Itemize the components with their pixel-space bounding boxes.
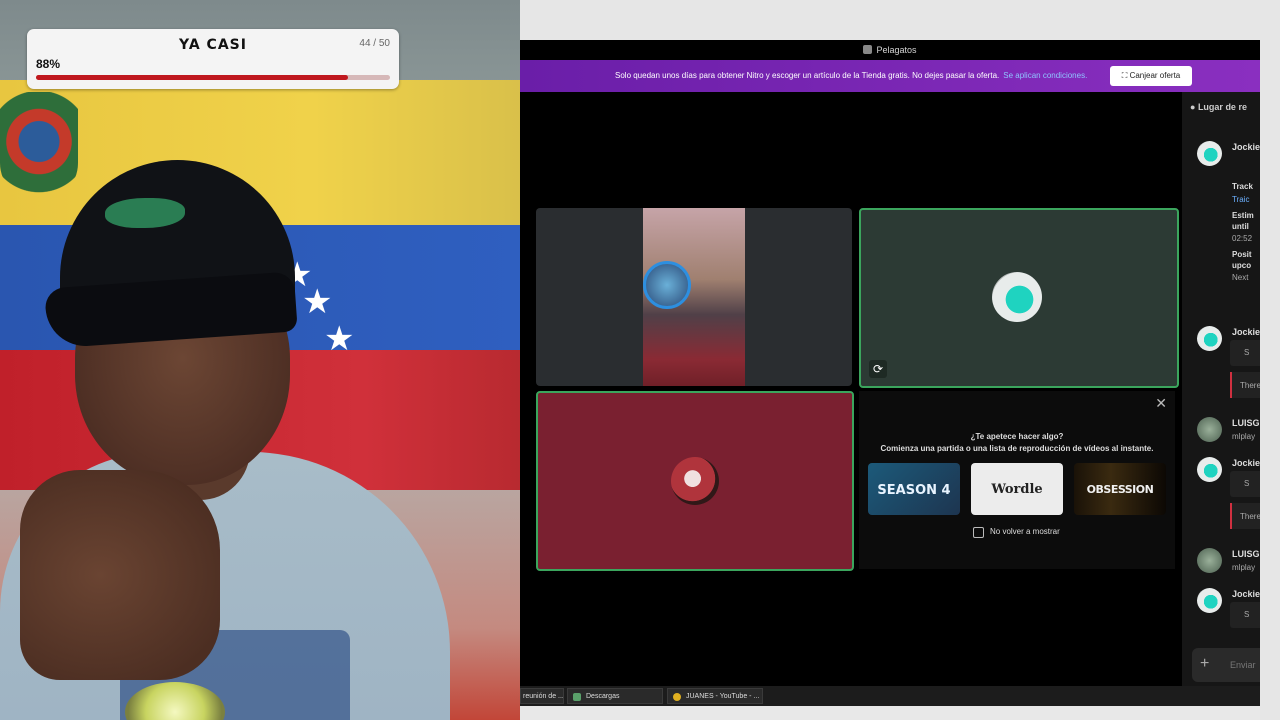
activity-card-wordle[interactable]: Wordle <box>971 463 1063 515</box>
desktop-background-right <box>1260 40 1280 720</box>
activity-icon[interactable]: ⟳ <box>869 360 887 378</box>
chat-input-placeholder: Enviar <box>1230 660 1256 670</box>
chat-author[interactable]: LUISG <box>1232 418 1260 428</box>
activity-card-obsession[interactable]: OBSESSION <box>1074 463 1166 515</box>
taskbar-item-meeting[interactable]: reunión de ... <box>520 688 564 704</box>
chat-author[interactable]: Jockie <box>1232 458 1260 468</box>
chat-line: There <box>1240 381 1260 390</box>
activity-question: ¿Te apetece hacer algo? <box>970 432 1064 441</box>
chat-line: Track <box>1232 182 1253 191</box>
person-hand <box>20 470 220 680</box>
taskbar-item-downloads[interactable]: Descargas <box>567 688 663 704</box>
video-tile-user-red[interactable] <box>536 391 854 571</box>
banner-message: Solo quedan unos días para obtener Nitro… <box>615 71 1000 80</box>
chat-bubble-icon: ● <box>1190 102 1198 112</box>
chat-channel-name: Lugar de re <box>1197 102 1247 112</box>
avatar[interactable] <box>1197 417 1222 442</box>
chat-line[interactable]: Traic <box>1232 195 1249 204</box>
progress-fill <box>36 75 348 80</box>
taskbar: reunión de ... Descargas JUANES - YouTub… <box>520 686 1260 706</box>
webcam-panel: ★ ★ ★ YA CASI 44 / 50 88% <box>0 0 520 720</box>
chat-message-input[interactable]: + Enviar <box>1192 648 1260 682</box>
redeem-offer-button[interactable]: ⛶ Canjear oferta <box>1110 66 1192 86</box>
progress-percent: 88% <box>36 57 61 71</box>
cap-logo <box>105 198 185 228</box>
avatar[interactable] <box>1197 548 1222 573</box>
chat-line: mlplay <box>1232 432 1256 441</box>
taskbar-item-label: reunión de ... <box>523 693 564 700</box>
chrome-icon <box>673 693 681 701</box>
activity-card-label: SEASON 4 <box>877 483 951 498</box>
chat-line: Posit <box>1232 250 1252 259</box>
chat-line: S <box>1244 479 1250 488</box>
video-tile-camera[interactable] <box>536 208 852 386</box>
chat-author[interactable]: Jockie <box>1232 142 1260 152</box>
activity-card-season4[interactable]: SEASON 4 <box>868 463 960 515</box>
window-title: Pelagatos <box>876 45 917 55</box>
chat-line: S <box>1244 348 1250 357</box>
server-icon <box>863 45 873 54</box>
activity-suggestion-panel: ✕ ¿Te apetece hacer algo? Comienza una p… <box>859 391 1175 569</box>
chat-header: ● Lugar de re <box>1190 102 1260 112</box>
text-chat-panel: ● Lugar de re Jockie Track Traic Estim u… <box>1182 92 1260 706</box>
chat-author[interactable]: Jockie <box>1232 327 1260 337</box>
chat-author[interactable]: Jockie <box>1232 589 1260 599</box>
dont-show-again-label: No volver a mostrar <box>990 527 1060 536</box>
flag-coat-of-arms <box>0 92 78 202</box>
banner-terms-link[interactable]: Se aplican condiciones. <box>1003 71 1087 80</box>
activity-card-label: OBSESSION <box>1086 483 1154 496</box>
user-avatar-speaking <box>643 261 691 309</box>
chat-line: S <box>1244 610 1250 619</box>
nitro-banner-text: Solo quedan unos días para obtener Nitro… <box>615 60 1087 92</box>
chat-line: Next <box>1232 273 1249 282</box>
chat-line: 02:52 <box>1232 234 1253 243</box>
progress-count: 44 / 50 <box>359 38 390 49</box>
chat-line: until <box>1232 222 1249 231</box>
video-tile-user[interactable]: ⟳ <box>859 208 1179 388</box>
activity-subtitle: Comienza una partida o una lista de repr… <box>880 444 1154 453</box>
progress-track <box>36 75 390 80</box>
chat-line: upco <box>1232 261 1252 270</box>
redeem-offer-label: Canjear oferta <box>1129 71 1181 80</box>
gift-icon: ⛶ <box>1121 71 1128 80</box>
user-avatar <box>671 457 719 505</box>
plus-icon[interactable]: + <box>1200 656 1209 672</box>
discord-window: Pelagatos Solo quedan unos días para obt… <box>520 40 1260 706</box>
chat-author[interactable]: LUISG <box>1232 549 1260 559</box>
chat-line: There <box>1240 512 1260 521</box>
avatar[interactable] <box>1197 457 1222 482</box>
close-icon[interactable]: ✕ <box>1155 395 1167 412</box>
star-icon: ★ <box>324 320 355 358</box>
avatar[interactable] <box>1197 141 1222 166</box>
chat-line: mlplay <box>1232 563 1256 572</box>
nitro-banner: Solo quedan unos días para obtener Nitro… <box>520 60 1260 92</box>
progress-title: YA CASI <box>179 37 247 53</box>
taskbar-item-label: Descargas <box>586 693 620 700</box>
dont-show-again-checkbox[interactable] <box>973 527 984 538</box>
activity-card-label: Wordle <box>991 482 1043 497</box>
avatar[interactable] <box>1197 588 1222 613</box>
avatar[interactable] <box>1197 326 1222 351</box>
download-icon <box>573 693 581 701</box>
window-titlebar: Pelagatos <box>520 40 1260 60</box>
desktop-background <box>520 0 1280 40</box>
taskbar-item-label: JUANES - YouTube - ... <box>686 693 760 700</box>
chat-line: Estim <box>1232 211 1254 220</box>
star-icon: ★ <box>302 283 333 321</box>
user-avatar <box>992 272 1042 322</box>
taskbar-item-youtube[interactable]: JUANES - YouTube - ... <box>667 688 763 704</box>
goal-progress-card: YA CASI 44 / 50 88% <box>27 29 399 89</box>
